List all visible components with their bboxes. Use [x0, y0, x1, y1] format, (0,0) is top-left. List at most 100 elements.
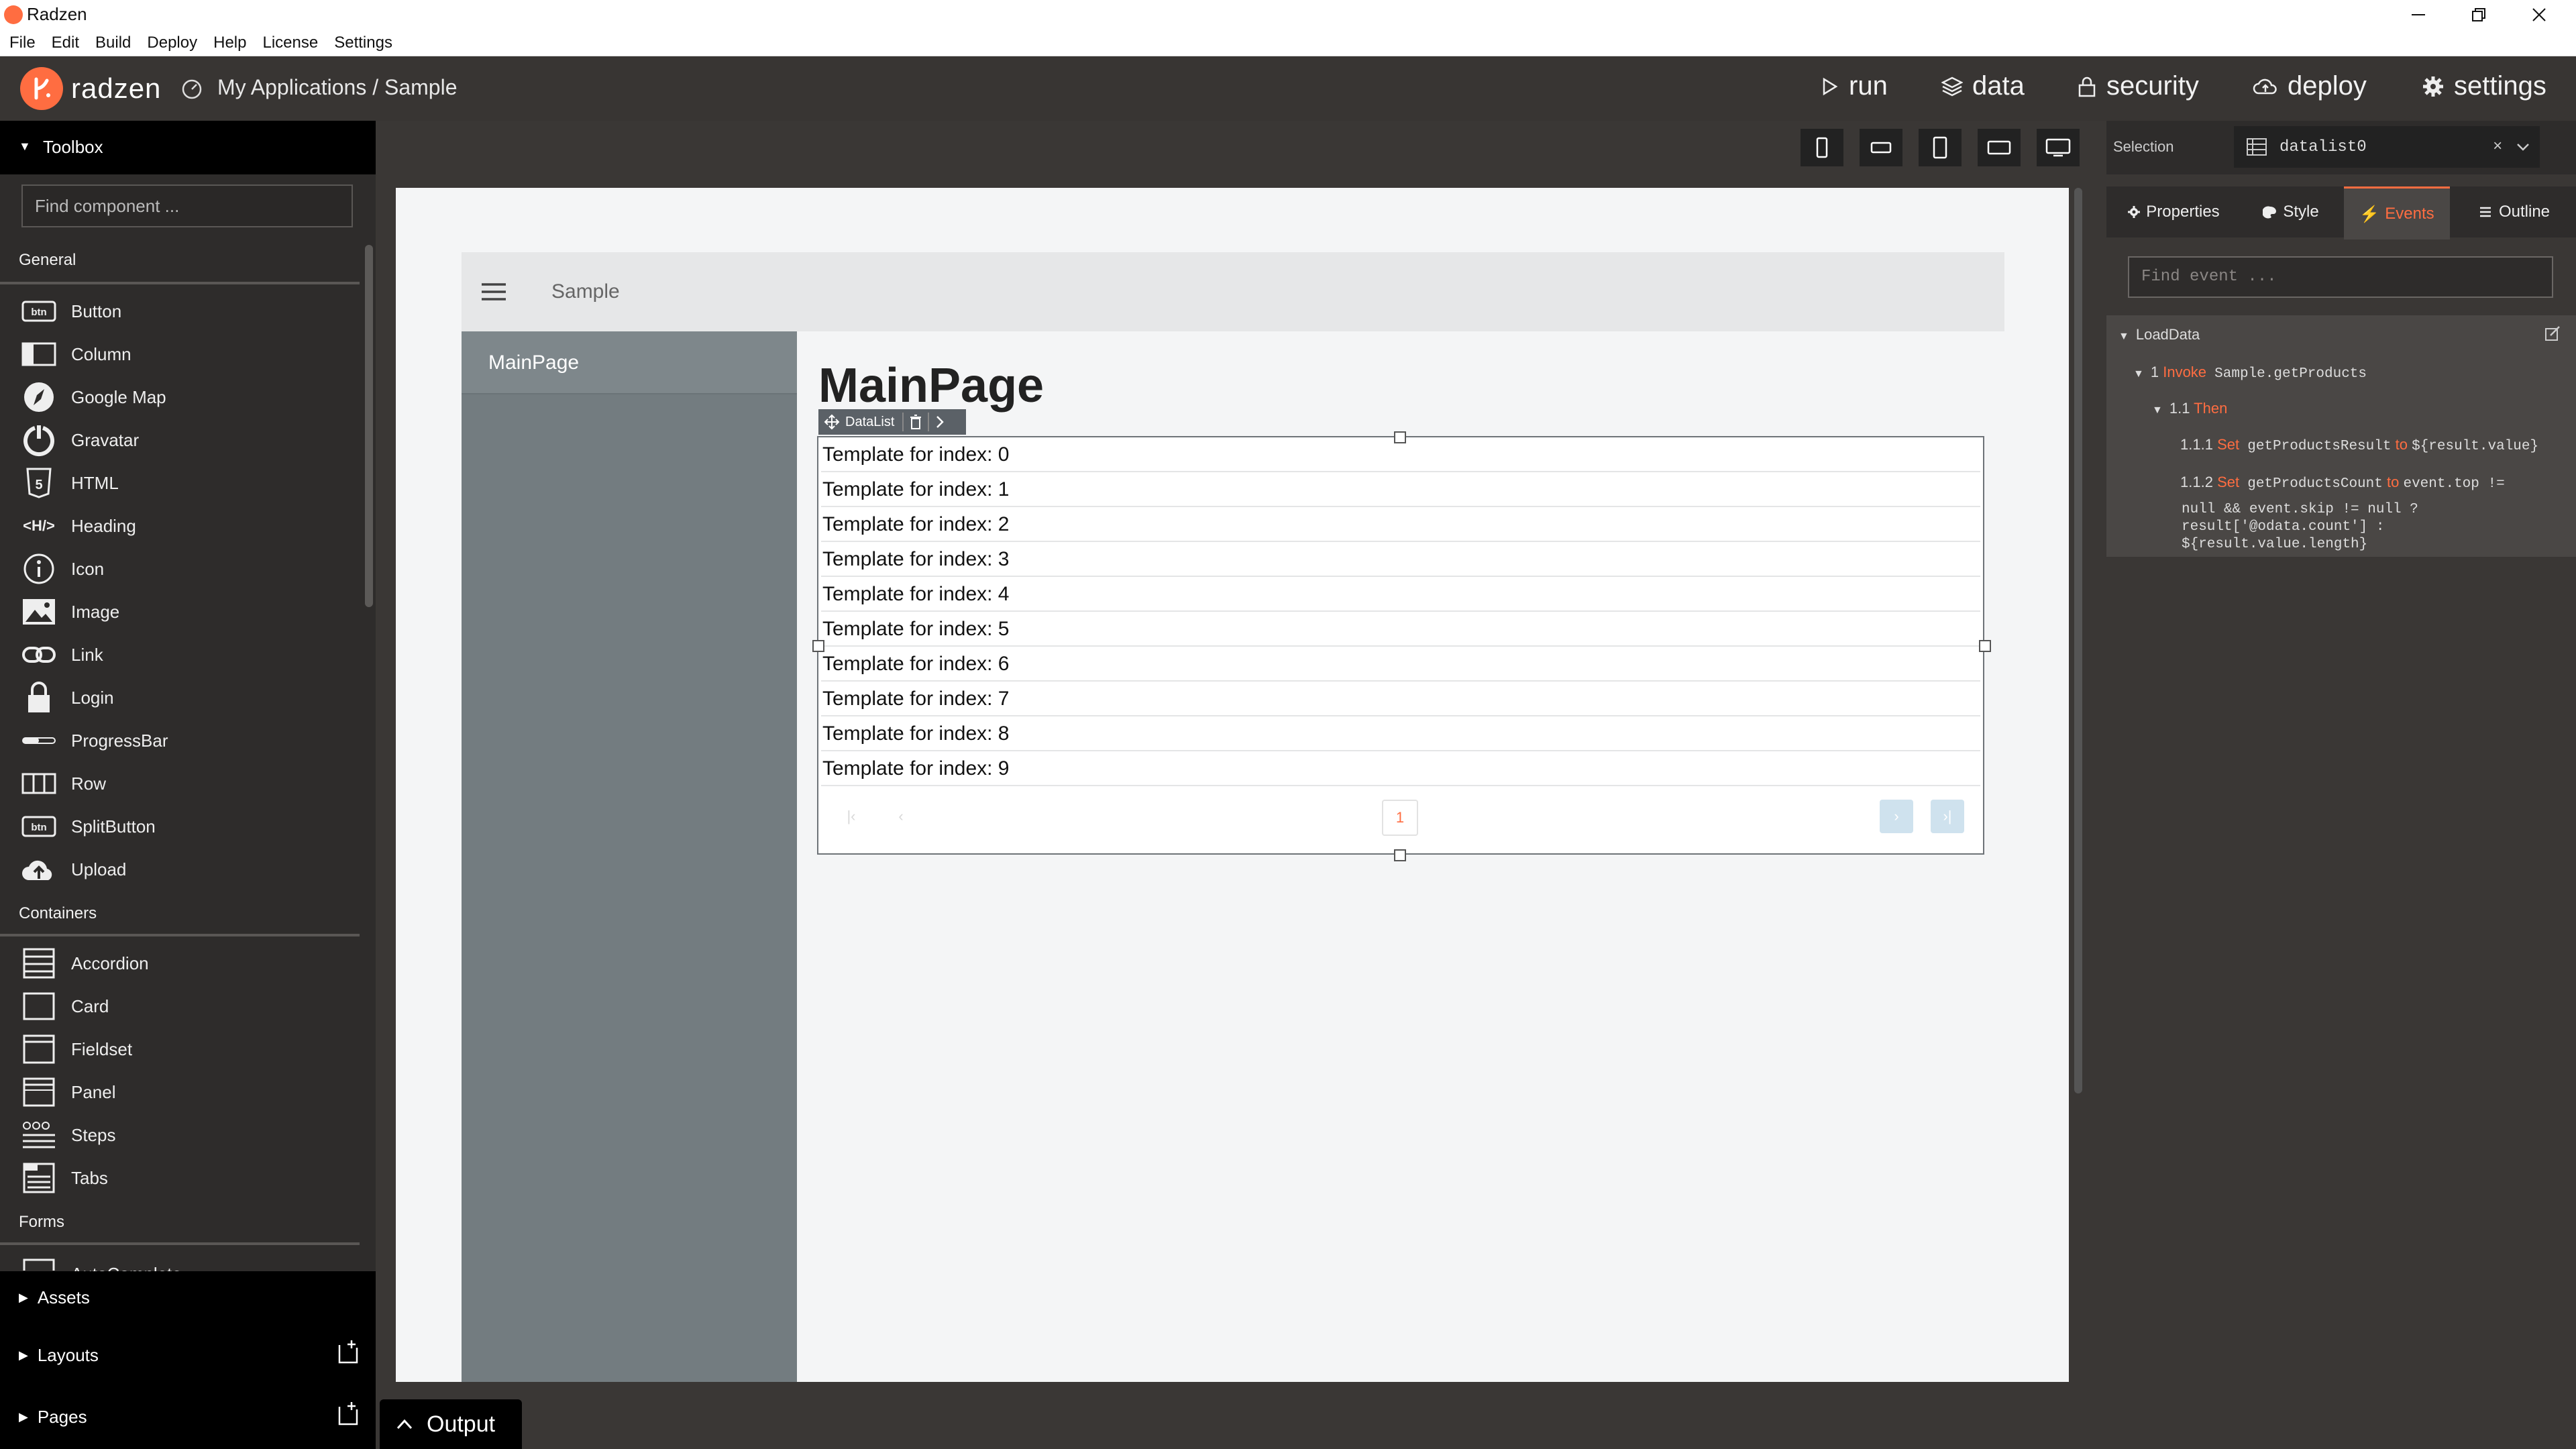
toolbox-item-column[interactable]: Column: [0, 333, 360, 376]
resize-handle[interactable]: [1979, 640, 1991, 652]
toolbox-item-button[interactable]: btn Button: [0, 290, 360, 333]
nav-settings[interactable]: settings: [2422, 71, 2546, 101]
list-item[interactable]: Template for index: 3: [821, 542, 1980, 577]
chevron-down-icon[interactable]: [2516, 142, 2530, 152]
list-item[interactable]: Template for index: 1: [821, 472, 1980, 507]
toolbox-item-accordion[interactable]: Accordion: [0, 942, 360, 985]
move-icon[interactable]: [824, 414, 840, 430]
desktop-icon: [2045, 138, 2071, 157]
toolbox-item-login[interactable]: Login: [0, 676, 360, 719]
toolbox-item-panel[interactable]: Panel: [0, 1071, 360, 1114]
toolbox-item-label: Accordion: [71, 953, 149, 973]
layouts-panel-toggle[interactable]: ▶ Layouts: [19, 1345, 99, 1366]
menu-settings[interactable]: Settings: [334, 30, 392, 56]
nav-security[interactable]: security: [2077, 71, 2199, 101]
list-item[interactable]: Template for index: 8: [821, 716, 1980, 751]
step-number: 1.1.1: [2180, 436, 2213, 453]
event-loaddata[interactable]: ▼ LoadData: [2118, 326, 2200, 343]
device-desktop-button[interactable]: [2037, 129, 2080, 166]
add-page-icon[interactable]: [335, 1400, 360, 1427]
menu-license[interactable]: License: [262, 30, 318, 56]
menu-edit[interactable]: Edit: [52, 30, 79, 56]
tab-properties[interactable]: Properties: [2113, 186, 2234, 237]
resize-handle[interactable]: [1394, 849, 1406, 861]
toolbox-item-fieldset[interactable]: Fieldset: [0, 1028, 360, 1071]
find-component-input[interactable]: Find component ...: [21, 184, 353, 227]
page-header-title: Sample: [551, 280, 620, 303]
action-invoke[interactable]: ▼ 1 Invoke Sample.getProducts: [2133, 364, 2367, 382]
find-event-input[interactable]: Find event ...: [2128, 256, 2553, 298]
tab-style[interactable]: Style: [2241, 186, 2341, 237]
tab-events[interactable]: ⚡ Events: [2344, 186, 2450, 239]
toolbox-item-progressbar[interactable]: ProgressBar: [0, 719, 360, 762]
section-forms[interactable]: Forms: [19, 1213, 64, 1232]
toolbox-item-google-map[interactable]: Google Map: [0, 376, 360, 419]
device-phone-portrait-button[interactable]: [1801, 129, 1843, 166]
section-containers[interactable]: Containers: [19, 904, 97, 923]
pages-panel-toggle[interactable]: ▶ Pages: [19, 1407, 87, 1428]
toolbox-item-link[interactable]: Link: [0, 633, 360, 676]
toolbox-item-gravatar[interactable]: Gravatar: [0, 419, 360, 462]
brand-logo[interactable]: radzen: [20, 67, 161, 110]
list-item[interactable]: Template for index: 7: [821, 682, 1980, 716]
action-set-count[interactable]: 1.1.2 Set getProductsCount to event.top …: [2180, 474, 2505, 492]
nav-data[interactable]: data: [1941, 71, 2025, 101]
toolbox-header[interactable]: ▼ Toolbox: [0, 121, 376, 174]
action-set-result[interactable]: 1.1.1 Set getProductsResult to ${result.…: [2180, 436, 2538, 454]
pager-page-1[interactable]: 1: [1382, 800, 1418, 836]
trash-icon[interactable]: [909, 414, 922, 430]
menu-file[interactable]: File: [9, 30, 36, 56]
minimize-button[interactable]: [2388, 0, 2449, 30]
resize-handle[interactable]: [1394, 431, 1406, 443]
nav-deploy[interactable]: deploy: [2253, 71, 2367, 101]
nav-run[interactable]: run: [1819, 71, 1888, 101]
datalist[interactable]: Template for index: 0 Template for index…: [817, 436, 1984, 855]
gear-icon: [2423, 76, 2443, 97]
device-phone-landscape-button[interactable]: [1860, 129, 1902, 166]
list-item[interactable]: Template for index: 6: [821, 647, 1980, 682]
restore-button[interactable]: [2449, 0, 2509, 30]
selection-dropdown[interactable]: datalist0 ×: [2234, 126, 2540, 168]
toolbox-scrollbar[interactable]: [365, 245, 373, 607]
pager-next-button[interactable]: ›: [1880, 800, 1913, 833]
clear-selection-icon[interactable]: ×: [2493, 138, 2502, 156]
edit-icon[interactable]: [2544, 325, 2561, 342]
device-tablet-portrait-button[interactable]: [1919, 129, 1962, 166]
toolbox-item-steps[interactable]: Steps: [0, 1114, 360, 1157]
list-item[interactable]: Template for index: 2: [821, 507, 1980, 542]
section-general[interactable]: General: [19, 251, 76, 270]
toolbox-item-tabs[interactable]: Tabs: [0, 1157, 360, 1199]
sidebar-item-mainpage[interactable]: MainPage: [462, 331, 797, 394]
assets-panel-toggle[interactable]: ▶ Assets: [19, 1287, 90, 1308]
datalist-label: DataList: [845, 414, 895, 429]
add-layout-icon[interactable]: [335, 1338, 360, 1365]
canvas-scrollbar[interactable]: [2074, 188, 2082, 1093]
toolbox-item-row[interactable]: Row: [0, 762, 360, 805]
list-item[interactable]: Template for index: 5: [821, 612, 1980, 647]
tab-outline[interactable]: Outline: [2455, 186, 2573, 237]
resize-handle[interactable]: [812, 640, 824, 652]
toolbox-item-heading[interactable]: <H/> Heading: [0, 504, 360, 547]
list-item[interactable]: Template for index: 4: [821, 577, 1980, 612]
breadcrumb[interactable]: My Applications / Sample: [180, 75, 458, 100]
menu-build[interactable]: Build: [95, 30, 131, 56]
toolbox-item-html[interactable]: 5 HTML: [0, 462, 360, 504]
close-window-button[interactable]: [2509, 0, 2569, 30]
toolbox-item-autocomplete[interactable]: AutoComplete: [0, 1249, 360, 1272]
pager-last-button[interactable]: ›|: [1931, 800, 1964, 833]
action-then[interactable]: ▼ 1.1 Then: [2152, 400, 2227, 417]
toolbox-item-splitbutton[interactable]: btn SplitButton: [0, 805, 360, 848]
chevron-right-icon[interactable]: [933, 414, 947, 430]
pager-first-button[interactable]: |‹: [835, 800, 868, 833]
pager-prev-button[interactable]: ‹: [884, 800, 918, 833]
toolbox-item-upload[interactable]: Upload: [0, 848, 360, 891]
toolbox-item-icon[interactable]: Icon: [0, 547, 360, 590]
toolbox-item-card[interactable]: Card: [0, 985, 360, 1028]
device-tablet-landscape-button[interactable]: [1978, 129, 2021, 166]
output-panel-toggle[interactable]: Output: [380, 1399, 522, 1449]
menu-deploy[interactable]: Deploy: [147, 30, 197, 56]
list-item[interactable]: Template for index: 9: [821, 751, 1980, 786]
menu-help[interactable]: Help: [213, 30, 246, 56]
toolbox-item-image[interactable]: Image: [0, 590, 360, 633]
hamburger-menu-icon[interactable]: [480, 282, 507, 302]
